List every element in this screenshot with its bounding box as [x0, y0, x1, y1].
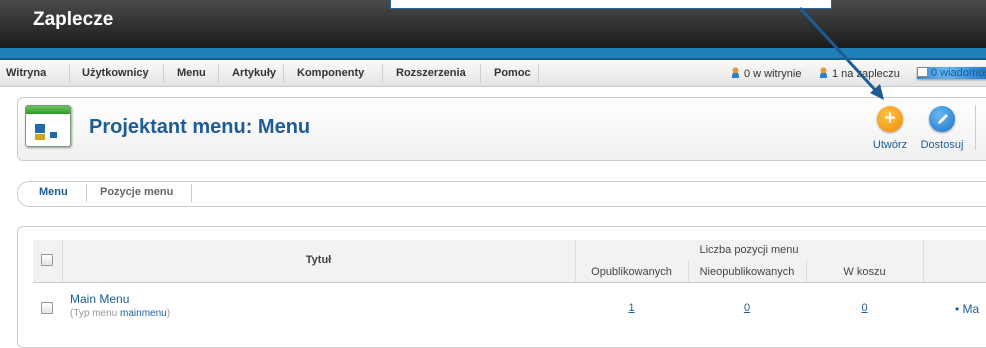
unpublished-count[interactable]: 0: [688, 302, 806, 314]
column-published-header: Opublikowanych: [591, 266, 672, 278]
column-unpublished-header: Nieopublikowanych: [699, 266, 795, 278]
tab-menus[interactable]: Menu: [39, 186, 68, 198]
menu-type-label: (Typ menu mainmenu): [70, 308, 171, 319]
tab-divider: [191, 184, 192, 202]
tab-divider: [86, 184, 87, 202]
row-checkbox[interactable]: [41, 302, 53, 314]
select-all-checkbox[interactable]: [41, 254, 53, 266]
tab-menu-items[interactable]: Pozycje menu: [100, 186, 173, 198]
menu-title-link[interactable]: Main Menu: [70, 292, 129, 306]
column-divider: [923, 240, 924, 282]
published-count[interactable]: 1: [575, 302, 688, 314]
menu-items-count-header: Liczba pozycji menu: [699, 244, 799, 256]
column-title-header[interactable]: Tytuł: [62, 254, 575, 266]
menu-type-value: mainmenu: [120, 308, 167, 319]
linked-modules-item[interactable]: • Ma: [955, 302, 979, 316]
trashed-count[interactable]: 0: [806, 302, 923, 314]
column-trashed-header: W koszu: [843, 266, 886, 278]
